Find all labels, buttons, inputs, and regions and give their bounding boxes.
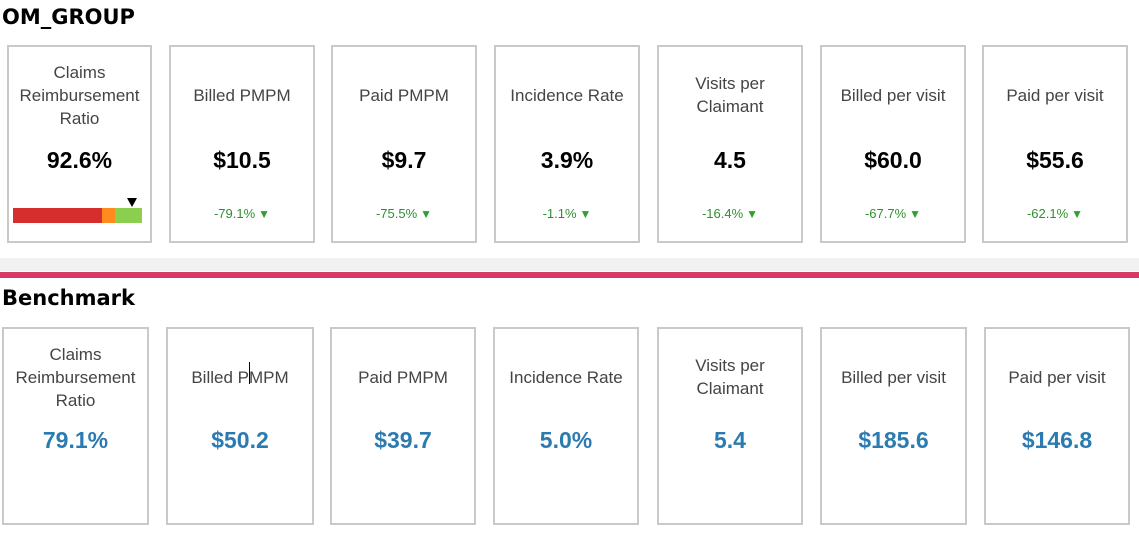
- kpi-value: $39.7: [374, 427, 432, 453]
- kpi-label: Billed per visit: [841, 367, 946, 387]
- kpi-label: Billed per visit: [840, 85, 946, 105]
- benchmark-card-incidence-rate[interactable]: Incidence Rate 5.0%: [493, 327, 639, 525]
- text-cursor: [249, 362, 250, 384]
- kpi-label: Incidence Rate: [509, 367, 623, 387]
- triangle-down-icon: ▼: [746, 207, 759, 221]
- kpi-card-billed-pmpm[interactable]: Billed PMPM $10.5 -79.1% ▼: [169, 45, 315, 243]
- kpi-delta: -62.1% ▼: [984, 206, 1126, 221]
- om-group-kpi-row: Claims Reimbursement Ratio 92.6% Billed …: [0, 45, 1139, 245]
- benchmark-title: Benchmark: [2, 286, 135, 310]
- reimbursement-gauge: [13, 198, 142, 223]
- kpi-label: Claims Reimbursement Ratio: [15, 344, 136, 410]
- kpi-label: Claims Reimbursement Ratio: [19, 62, 140, 128]
- kpi-card-incidence-rate[interactable]: Incidence Rate 3.9% -1.1% ▼: [494, 45, 640, 243]
- kpi-value: $50.2: [211, 427, 269, 453]
- kpi-label: Billed PMPM: [193, 85, 291, 105]
- gauge-red-segment: [13, 208, 102, 223]
- kpi-label: Paid per visit: [1006, 85, 1104, 105]
- delta-text: -79.1%: [213, 206, 256, 221]
- kpi-label: Incidence Rate: [510, 85, 624, 105]
- kpi-label: Paid PMPM: [359, 85, 449, 105]
- kpi-card-claims-reimbursement-ratio[interactable]: Claims Reimbursement Ratio 92.6%: [7, 45, 152, 243]
- kpi-label: Billed PMPM: [191, 367, 289, 387]
- kpi-card-paid-per-visit[interactable]: Paid per visit $55.6 -62.1% ▼: [982, 45, 1128, 243]
- kpi-label: Visits per Claimant: [695, 356, 765, 398]
- kpi-card-paid-pmpm[interactable]: Paid PMPM $9.7 -75.5% ▼: [331, 45, 477, 243]
- gauge-green-segment: [114, 208, 142, 223]
- delta-text: -67.7%: [864, 206, 907, 221]
- kpi-delta: -1.1% ▼: [496, 206, 638, 221]
- delta-text: -75.5%: [375, 206, 418, 221]
- delta-text: -16.4%: [701, 206, 744, 221]
- benchmark-card-billed-per-visit[interactable]: Billed per visit $185.6: [820, 327, 967, 525]
- triangle-down-icon: ▼: [258, 207, 271, 221]
- kpi-value: $146.8: [1021, 427, 1093, 453]
- section-divider-line: [0, 272, 1139, 278]
- kpi-label: Paid PMPM: [358, 367, 448, 387]
- section-separator-band: [0, 258, 1139, 271]
- benchmark-card-visits-per-claimant[interactable]: Visits per Claimant 5.4: [657, 327, 803, 525]
- delta-text: -62.1%: [1026, 206, 1069, 221]
- triangle-down-icon: ▼: [909, 207, 922, 221]
- benchmark-card-paid-per-visit[interactable]: Paid per visit $146.8: [984, 327, 1130, 525]
- kpi-delta: -16.4% ▼: [659, 206, 801, 221]
- kpi-delta: -79.1% ▼: [171, 206, 313, 221]
- kpi-value: $9.7: [381, 147, 427, 173]
- kpi-value: $55.6: [1026, 147, 1084, 173]
- kpi-value: $185.6: [858, 427, 929, 453]
- triangle-down-icon: ▼: [579, 207, 592, 221]
- kpi-value: 5.4: [714, 427, 746, 453]
- kpi-delta: -67.7% ▼: [822, 206, 964, 221]
- benchmark-card-billed-pmpm[interactable]: Billed PMPM $50.2: [166, 327, 314, 525]
- om-group-title: OM_GROUP: [2, 5, 135, 29]
- kpi-label: Paid per visit: [1008, 367, 1106, 387]
- gauge-marker-icon: [127, 198, 138, 207]
- kpi-value: $60.0: [864, 147, 922, 173]
- gauge-orange-segment: [102, 208, 115, 223]
- kpi-value: 5.0%: [539, 427, 593, 453]
- kpi-value: 3.9%: [540, 147, 594, 173]
- kpi-card-visits-per-claimant[interactable]: Visits per Claimant 4.5 -16.4% ▼: [657, 45, 803, 243]
- kpi-value: 4.5: [714, 147, 746, 173]
- triangle-down-icon: ▼: [1071, 207, 1084, 221]
- kpi-card-billed-per-visit[interactable]: Billed per visit $60.0 -67.7% ▼: [820, 45, 966, 243]
- triangle-down-icon: ▼: [420, 207, 433, 221]
- delta-text: -1.1%: [542, 206, 577, 221]
- kpi-value: 92.6%: [46, 147, 113, 173]
- benchmark-card-paid-pmpm[interactable]: Paid PMPM $39.7: [330, 327, 476, 525]
- benchmark-card-claims-reimbursement-ratio[interactable]: Claims Reimbursement Ratio 79.1%: [2, 327, 149, 525]
- kpi-label: Visits per Claimant: [695, 74, 765, 116]
- kpi-delta: -75.5% ▼: [333, 206, 475, 221]
- benchmark-kpi-row: Claims Reimbursement Ratio 79.1% Billed …: [0, 327, 1139, 527]
- kpi-value: $10.5: [213, 147, 271, 173]
- kpi-value: 79.1%: [42, 427, 109, 453]
